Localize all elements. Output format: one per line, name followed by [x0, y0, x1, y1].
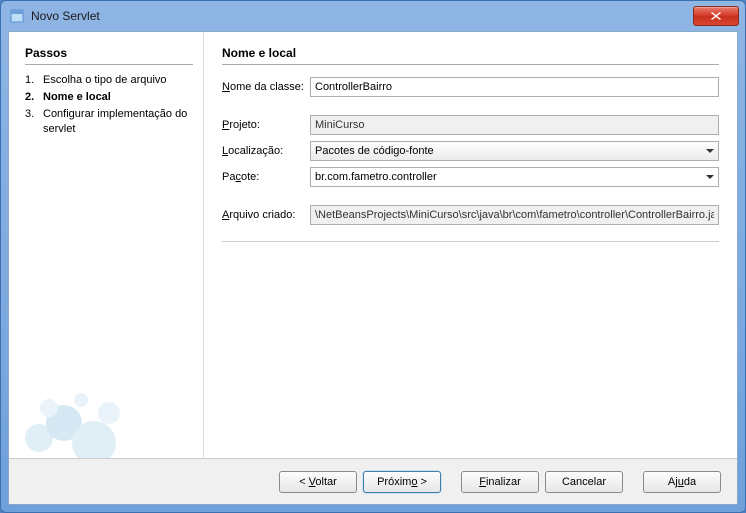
class-name-label: Nome da classe:	[222, 81, 310, 93]
row-package: Pacote: br.com.fametro.controller	[222, 167, 719, 187]
location-label: Localização:	[222, 145, 310, 157]
panel-title: Nome e local	[222, 46, 719, 60]
project-input	[310, 115, 719, 135]
row-project: Projeto:	[222, 115, 719, 135]
step-label: Nome e local	[43, 90, 111, 105]
form-panel: Nome e local Nome da classe: Projeto: Lo…	[204, 32, 737, 458]
step-label: Configurar implementação do servlet	[43, 107, 193, 137]
form-divider	[222, 241, 719, 242]
package-select-wrap: br.com.fametro.controller	[310, 167, 719, 187]
created-file-input	[310, 205, 719, 225]
steps-title: Passos	[25, 46, 193, 60]
chevron-down-icon	[706, 149, 714, 153]
created-file-label: Arquivo criado:	[222, 209, 310, 221]
titlebar: Novo Servlet	[1, 1, 745, 31]
content-area: Passos 1. Escolha o tipo de arquivo 2. N…	[8, 31, 738, 505]
cancel-button[interactable]: Cancelar	[545, 471, 623, 493]
row-class-name: Nome da classe:	[222, 77, 719, 97]
location-select-wrap: Pacotes de código-fonte	[310, 141, 719, 161]
window-title: Novo Servlet	[31, 9, 693, 23]
steps-divider	[25, 64, 193, 65]
row-created-file: Arquivo criado:	[222, 205, 719, 225]
next-button[interactable]: Próximo >	[363, 471, 441, 493]
close-icon	[711, 12, 721, 20]
project-label: Projeto:	[222, 119, 310, 131]
step-item: 1. Escolha o tipo de arquivo	[25, 73, 193, 88]
steps-panel: Passos 1. Escolha o tipo de arquivo 2. N…	[9, 32, 204, 458]
app-icon	[9, 8, 25, 24]
row-location: Localização: Pacotes de código-fonte	[222, 141, 719, 161]
watermark-icon	[9, 348, 159, 458]
finish-button[interactable]: Finalizar	[461, 471, 539, 493]
back-button[interactable]: < Voltar	[279, 471, 357, 493]
package-select[interactable]: br.com.fametro.controller	[310, 167, 719, 187]
content-inner: Passos 1. Escolha o tipo de arquivo 2. N…	[9, 32, 737, 458]
help-button[interactable]: Ajuda	[643, 471, 721, 493]
step-label: Escolha o tipo de arquivo	[43, 73, 167, 88]
wizard-window: Novo Servlet Passos 1. Escolha o tipo de…	[0, 0, 746, 513]
step-item: 3. Configurar implementação do servlet	[25, 107, 193, 137]
steps-list: 1. Escolha o tipo de arquivo 2. Nome e l…	[25, 73, 193, 136]
location-select[interactable]: Pacotes de código-fonte	[310, 141, 719, 161]
close-button[interactable]	[693, 6, 739, 26]
button-bar: < Voltar Próximo > Finalizar Cancelar Aj…	[9, 458, 737, 504]
chevron-down-icon	[706, 175, 714, 179]
panel-divider	[222, 64, 719, 65]
step-item-current: 2. Nome e local	[25, 90, 193, 105]
class-name-input[interactable]	[310, 77, 719, 97]
package-label: Pacote:	[222, 171, 310, 183]
